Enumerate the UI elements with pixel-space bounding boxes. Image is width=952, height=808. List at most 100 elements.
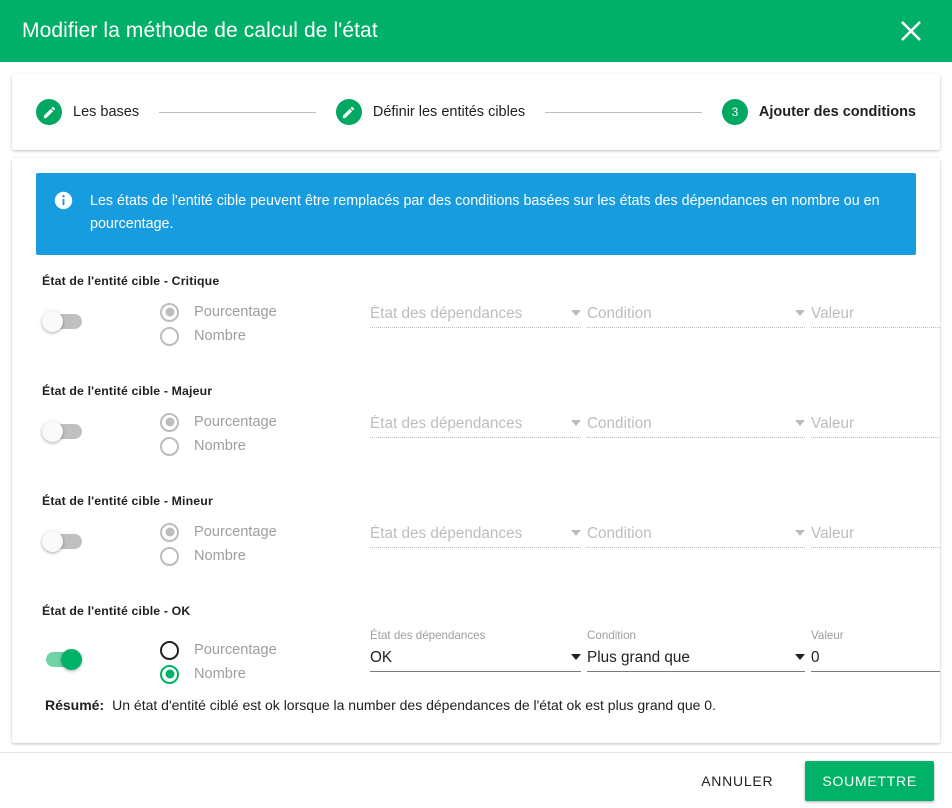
condition-fields: État des dépendances OK Condition Plus g… — [370, 628, 940, 672]
dependency-state-label: État des dépendances — [370, 629, 486, 642]
radio-pourcentage[interactable]: Pourcentage — [160, 638, 360, 662]
stepper-step-3-label: Ajouter des conditions — [758, 104, 916, 120]
stepper-connector-2 — [545, 111, 702, 113]
chevron-down-icon — [571, 654, 581, 660]
chevron-down-icon — [795, 530, 805, 536]
condition-toggle-mineur[interactable] — [42, 531, 88, 553]
dependency-state-select[interactable]: État des dépendances — [370, 520, 581, 548]
condition-group-mineur: État de l'entité cible - Mineur Pourcent… — [12, 494, 940, 568]
dependency-state-placeholder: État des dépendances — [370, 304, 523, 322]
chevron-down-icon — [571, 530, 581, 536]
stepper-step-1-label: Les bases — [73, 104, 140, 120]
condition-label: Condition — [587, 629, 636, 642]
condition-value: Plus grand que — [587, 648, 690, 666]
stepper-step-2[interactable]: Définir les entités cibles — [335, 99, 526, 125]
radio-nombre[interactable]: Nombre — [160, 544, 360, 568]
unit-radio-group: Pourcentage Nombre — [160, 520, 360, 568]
close-icon — [898, 18, 924, 44]
radio-mark — [160, 326, 179, 346]
dialog-header: Modifier la méthode de calcul de l'état — [0, 0, 952, 62]
toggle-thumb — [42, 531, 63, 552]
condition-row: Pourcentage Nombre État des dépendances — [12, 410, 940, 458]
condition-group-majeur: État de l'entité cible - Majeur Pourcent… — [12, 384, 940, 458]
chevron-down-icon — [795, 654, 805, 660]
radio-label: Nombre — [194, 328, 246, 344]
value-input[interactable]: Valeur — [811, 300, 940, 328]
stepper: Les bases Définir les entités cibles 3 A… — [12, 74, 940, 150]
radio-nombre[interactable]: Nombre — [160, 434, 360, 458]
info-banner: Les états de l'entité cible peuvent être… — [36, 173, 916, 256]
field-underline — [370, 671, 581, 672]
page-title: Modifier la méthode de calcul de l'état — [22, 19, 378, 42]
close-button[interactable] — [894, 14, 928, 48]
conditions-panel: Les états de l'entité cible peuvent être… — [12, 158, 940, 743]
condition-toggle-critique[interactable] — [42, 311, 88, 333]
value-input[interactable]: Valeur 0 — [811, 628, 940, 672]
dependency-state-placeholder: État des dépendances — [370, 524, 523, 542]
condition-group-ok: État de l'entité cible - OK Pourcentage … — [12, 604, 940, 686]
radio-label: Pourcentage — [194, 524, 277, 540]
info-banner-text: Les états de l'entité cible peuvent être… — [90, 193, 880, 233]
field-underline — [587, 327, 805, 328]
stepper-step-3[interactable]: 3 Ajouter des conditions — [721, 99, 916, 125]
condition-group-critique: État de l'entité cible - Critique Pource… — [12, 274, 940, 348]
stepper-step-1[interactable]: Les bases — [36, 99, 139, 125]
field-underline — [587, 671, 805, 672]
field-underline — [811, 547, 940, 548]
value-placeholder: Valeur — [811, 304, 855, 322]
value-placeholder: Valeur — [811, 524, 855, 542]
radio-pourcentage[interactable]: Pourcentage — [160, 410, 360, 434]
condition-select[interactable]: Condition — [587, 520, 805, 548]
radio-pourcentage[interactable]: Pourcentage — [160, 520, 360, 544]
condition-placeholder: Condition — [587, 304, 652, 322]
condition-group-title: État de l'entité cible - Mineur — [42, 494, 213, 508]
radio-pourcentage[interactable]: Pourcentage — [160, 300, 360, 324]
dependency-state-select[interactable]: État des dépendances — [370, 410, 581, 438]
submit-button[interactable]: SOUMETTRE — [805, 760, 934, 801]
condition-select[interactable]: Condition — [587, 410, 805, 438]
condition-group-title: État de l'entité cible - OK — [42, 604, 191, 618]
condition-row: Pourcentage Nombre État des dépendances … — [12, 628, 940, 686]
condition-placeholder: Condition — [587, 524, 652, 542]
toggle-thumb — [42, 421, 63, 442]
value-text: 0 — [811, 648, 820, 666]
radio-mark — [160, 302, 179, 322]
radio-mark — [160, 412, 179, 432]
stepper-step-2-label: Définir les entités cibles — [372, 104, 526, 120]
radio-label: Pourcentage — [194, 414, 277, 430]
radio-label: Nombre — [194, 548, 246, 564]
cancel-button[interactable]: ANNULER — [685, 763, 789, 799]
condition-select[interactable]: Condition Plus grand que — [587, 628, 805, 672]
step-number-badge: 3 — [721, 99, 748, 125]
condition-row: Pourcentage Nombre État des dépendances — [12, 520, 940, 568]
radio-label: Pourcentage — [194, 304, 277, 320]
condition-fields: État des dépendances Condition Valeur — [370, 520, 940, 548]
value-input[interactable]: Valeur — [811, 520, 940, 548]
condition-row: Pourcentage Nombre État des dépendances — [12, 300, 940, 348]
field-underline — [587, 437, 805, 438]
radio-mark — [160, 640, 179, 660]
condition-toggle-majeur[interactable] — [42, 421, 88, 443]
radio-label: Pourcentage — [194, 642, 277, 658]
condition-placeholder: Condition — [587, 414, 652, 432]
value-placeholder: Valeur — [811, 414, 855, 432]
condition-select[interactable]: Condition — [587, 300, 805, 328]
dependency-state-select[interactable]: État des dépendances — [370, 300, 581, 328]
value-label: Valeur — [811, 629, 844, 642]
condition-toggle-ok[interactable] — [42, 649, 88, 671]
field-underline — [587, 547, 805, 548]
edit-icon — [335, 99, 362, 125]
summary-label: Résumé: — [45, 697, 105, 713]
value-input[interactable]: Valeur — [811, 410, 940, 438]
field-underline — [811, 327, 940, 328]
radio-nombre[interactable]: Nombre — [160, 324, 360, 348]
dependency-state-select[interactable]: État des dépendances OK — [370, 628, 581, 672]
toggle-thumb — [42, 311, 63, 332]
field-underline — [370, 437, 581, 438]
field-underline — [370, 547, 581, 548]
radio-nombre[interactable]: Nombre — [160, 662, 360, 686]
field-underline — [811, 437, 940, 438]
radio-mark — [160, 546, 179, 566]
unit-radio-group: Pourcentage Nombre — [160, 410, 360, 458]
info-icon — [54, 191, 73, 210]
